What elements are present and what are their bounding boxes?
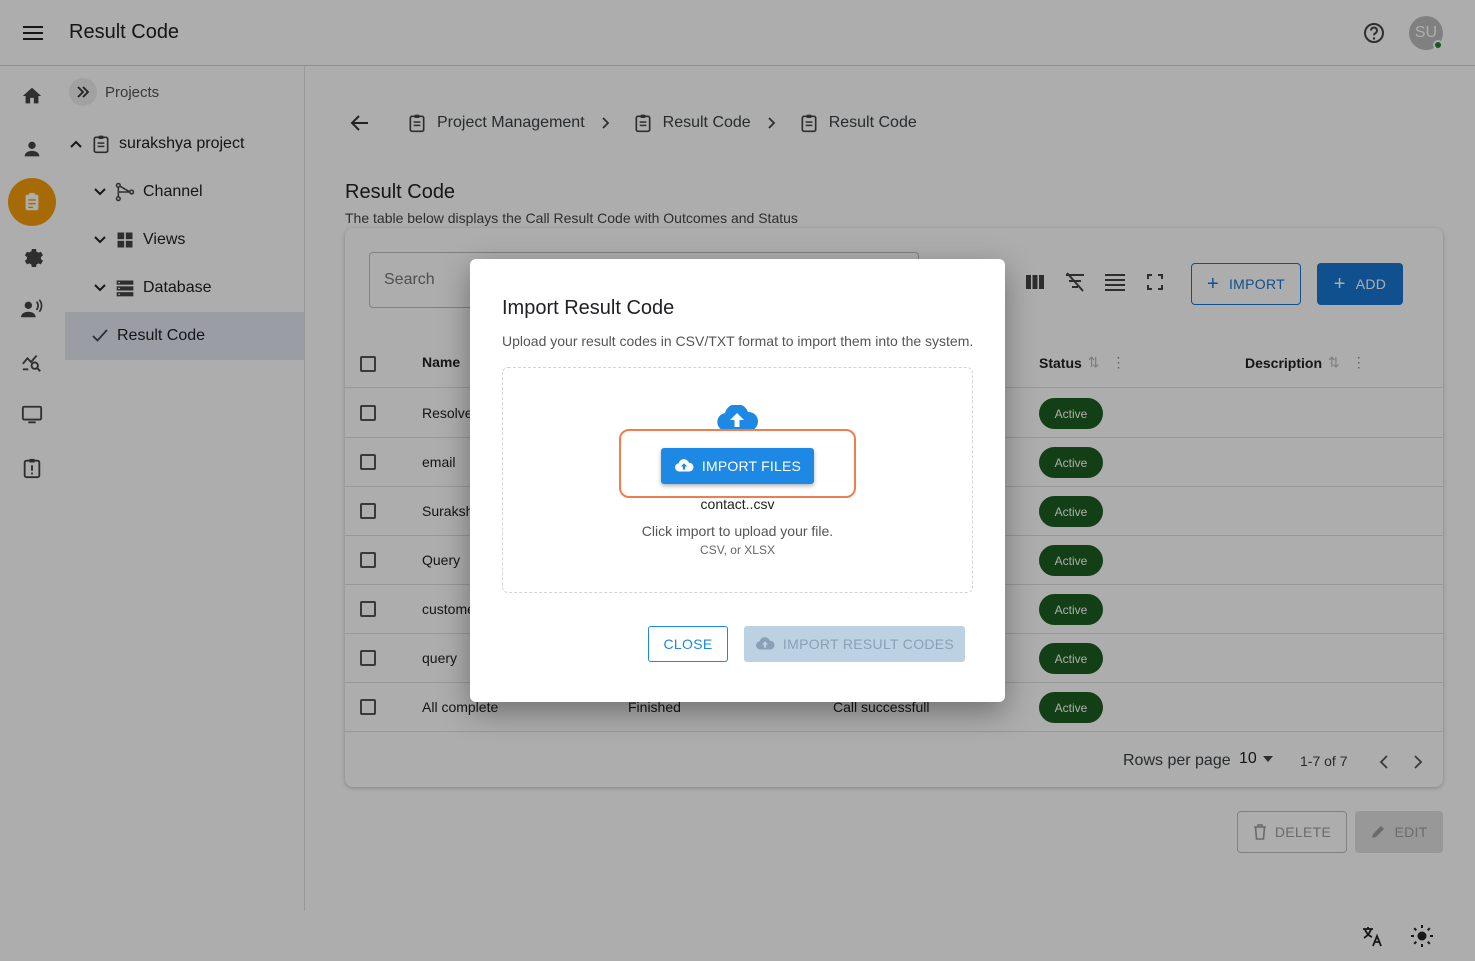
selected-file-name: contact..csv xyxy=(700,496,775,512)
dialog-subtitle: Upload your result codes in CSV/TXT form… xyxy=(502,333,974,349)
import-result-codes-button[interactable]: IMPORT RESULT CODES xyxy=(744,626,965,662)
import-result-codes-label: IMPORT RESULT CODES xyxy=(782,636,955,652)
dropzone-formats: CSV, or XLSX xyxy=(700,543,775,557)
dialog-title: Import Result Code xyxy=(502,297,675,319)
cloud-upload-icon xyxy=(755,637,775,650)
import-files-label: IMPORT FILES xyxy=(701,458,802,474)
close-button[interactable]: CLOSE xyxy=(648,626,728,662)
import-result-code-dialog: Import Result Code Upload your result co… xyxy=(470,259,1005,702)
cloud-upload-icon xyxy=(674,459,694,472)
dropzone-hint: Click import to upload your file. xyxy=(641,523,834,539)
import-files-button[interactable]: IMPORT FILES xyxy=(661,448,814,484)
